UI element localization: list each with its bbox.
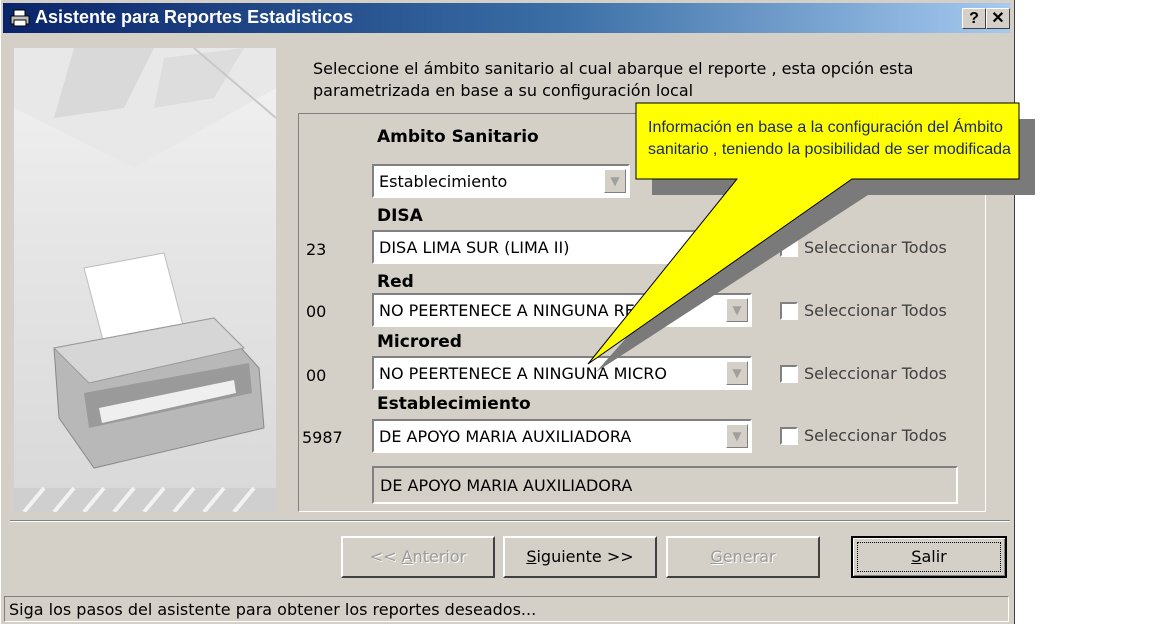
help-icon: ? [969,10,979,27]
microred-select[interactable]: NO PEERTENECE A NINGUNA MICRO ▼ [372,356,752,390]
red-code: 00 [306,302,327,321]
red-select-all-label: Seleccionar Todos [804,301,947,320]
wizard-side-image [14,48,276,512]
help-button[interactable]: ? [962,8,986,29]
button-separator [10,520,1010,522]
checkbox[interactable] [780,427,798,445]
microred-label: Microred [377,332,462,352]
status-bar: Siga los pasos del asistente para obtene… [4,596,1009,622]
disa-select-all-label: Seleccionar Todos [804,238,947,257]
ambito-label: Ambito Sanitario [377,127,539,147]
checkbox[interactable] [780,239,798,257]
callout-text: Información en base a la configuración d… [648,119,1011,158]
establecimiento-value: DE APOYO MARIA AUXILIADORA [379,427,632,446]
wizard-window: Asistente para Reportes Estadisticos ? ✕… [0,0,1015,624]
next-button[interactable]: Siguiente >> [503,536,657,578]
red-select[interactable]: NO PEERTENECE A NINGUNA RED ▼ [372,293,752,327]
dropdown-arrow-icon[interactable]: ▼ [726,424,748,448]
dropdown-arrow-icon[interactable]: ▼ [726,235,748,259]
dropdown-arrow-icon[interactable]: ▼ [604,169,626,193]
window-title: Asistente para Reportes Estadisticos [35,7,354,27]
instructions-text: Seleccione el ámbito sanitario al cual a… [313,59,914,100]
printer-illustration [14,48,276,512]
generate-label: enerar [722,547,776,566]
title-bar[interactable]: Asistente para Reportes Estadisticos ? ✕ [3,3,1010,33]
next-label: iguiente >> [536,547,634,566]
dropdown-arrow-icon[interactable]: ▼ [726,361,748,385]
disa-value: DISA LIMA SUR (LIMA II) [379,238,570,257]
ambito-value: Establecimiento [379,172,508,191]
checkbox[interactable] [780,365,798,383]
red-value: NO PEERTENECE A NINGUNA RED [379,301,648,320]
prev-label: nterior [412,547,467,566]
disa-label: DISA [377,206,423,226]
generate-button[interactable]: Generar [666,536,820,578]
red-label: Red [377,272,414,292]
focus-rect [857,542,1001,572]
prev-button[interactable]: << Anterior [341,536,495,578]
establecimiento-name-field: DE APOYO MARIA AUXILIADORA [372,466,958,504]
checkbox[interactable] [780,302,798,320]
printer-icon [10,9,30,27]
establecimiento-select[interactable]: DE APOYO MARIA AUXILIADORA ▼ [372,419,752,453]
close-button[interactable]: ✕ [986,8,1010,29]
establecimiento-name-value: DE APOYO MARIA AUXILIADORA [380,476,633,495]
disa-code: 23 [306,240,327,259]
close-icon: ✕ [991,10,1005,27]
establecimiento-select-all-label: Seleccionar Todos [804,426,947,445]
establecimiento-code: 5987 [302,428,343,447]
generate-hotkey: G [710,547,723,566]
dropdown-arrow-icon[interactable]: ▼ [726,298,748,322]
status-text: Siga los pasos del asistente para obtene… [9,600,537,619]
establecimiento-label: Establecimiento [377,394,531,414]
exit-button[interactable]: Salir [851,536,1007,578]
microred-select-all-label: Seleccionar Todos [804,364,947,383]
prev-hotkey: A [401,547,413,566]
disa-select[interactable]: DISA LIMA SUR (LIMA II) ▼ [372,230,752,264]
ambito-select[interactable]: Establecimiento ▼ [372,164,630,198]
microred-code: 00 [306,366,327,385]
next-hotkey: S [526,547,537,566]
microred-value: NO PEERTENECE A NINGUNA MICRO [379,364,667,383]
prev-label-prefix: << [369,547,402,566]
